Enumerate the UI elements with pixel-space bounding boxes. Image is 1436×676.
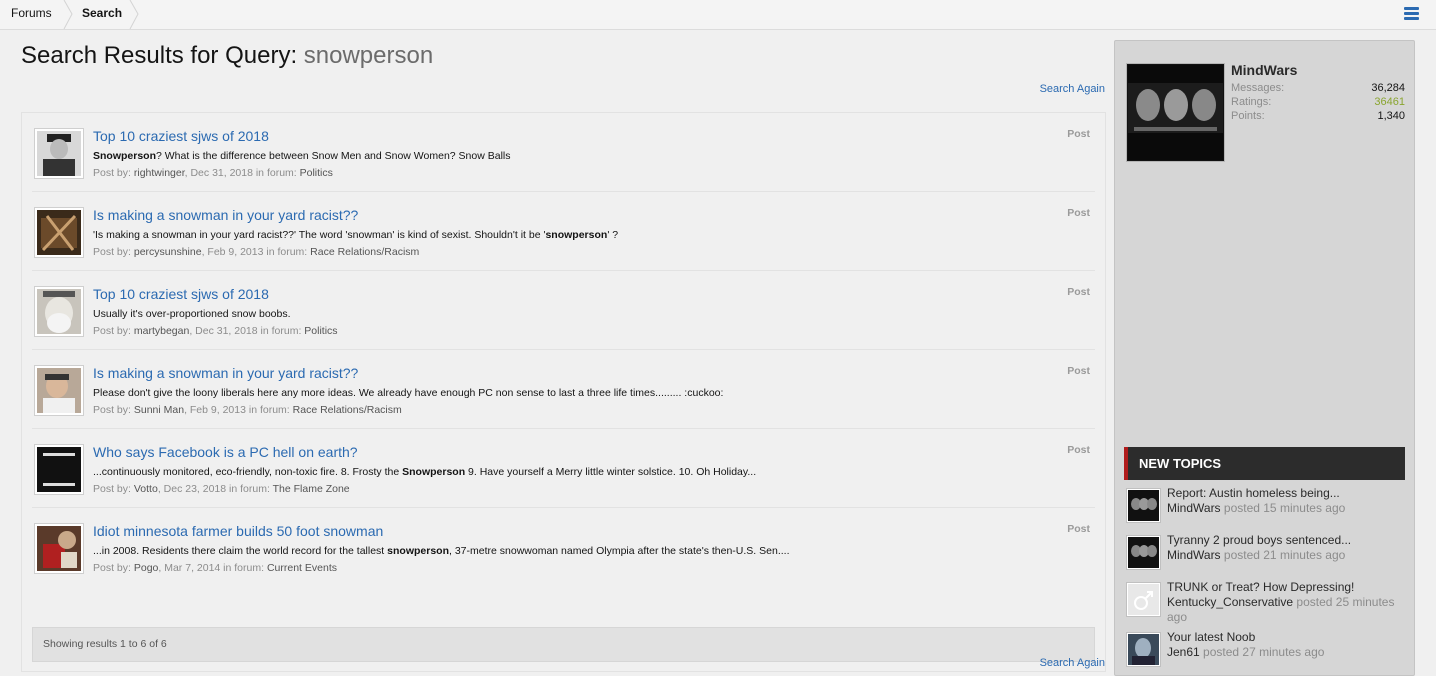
profile-ratings-stat: Ratings: 36461 — [1231, 96, 1405, 108]
results-pager: Showing results 1 to 6 of 6 — [32, 627, 1095, 662]
profile-points-stat: Points: 1,340 — [1231, 110, 1405, 122]
result-snippet: ...in 2008. Residents there claim the wo… — [93, 545, 790, 557]
result-meta: Post by: Votto, Dec 23, 2018 in forum: T… — [93, 483, 350, 495]
topic-user-link[interactable]: Kentucky_Conservative — [1167, 595, 1293, 609]
result-title-link[interactable]: Idiot minnesota farmer builds 50 foot sn… — [93, 523, 383, 539]
breadcrumb-separator — [128, 0, 140, 29]
search-result-item: Who says Facebook is a PC hell on earth?… — [32, 429, 1095, 508]
result-meta: Post by: rightwinger, Dec 31, 2018 in fo… — [93, 167, 333, 179]
breadcrumb-separator — [62, 0, 74, 29]
result-author-link[interactable]: percysunshine — [134, 246, 202, 258]
result-forum-link[interactable]: Current Events — [267, 562, 337, 574]
page-title-prefix: Search Results for Query: — [21, 42, 298, 69]
results-count-text: Showing results 1 to 6 of 6 — [43, 638, 167, 650]
result-snippet: 'Is making a snowman in your yard racist… — [93, 229, 619, 241]
result-forum-link[interactable]: Race Relations/Racism — [293, 404, 402, 416]
hamburger-menu-icon[interactable] — [1404, 7, 1419, 20]
result-type-label: Post — [1067, 207, 1090, 219]
result-meta: Post by: percysunshine, Feb 9, 2013 in f… — [93, 246, 420, 258]
result-snippet: Please don't give the loony liberals her… — [93, 387, 724, 399]
result-author-link[interactable]: rightwinger — [134, 167, 185, 179]
topic-meta: Jen61 posted 27 minutes ago — [1167, 645, 1325, 659]
result-type-label: Post — [1067, 523, 1090, 535]
new-topics-header: NEW TOPICS — [1124, 447, 1405, 480]
page-title: Search Results for Query: snowperson — [21, 42, 433, 70]
breadcrumb: Forums Search — [0, 0, 1436, 30]
result-title-link[interactable]: Top 10 craziest sjws of 2018 — [93, 286, 269, 302]
breadcrumb-current-search[interactable]: Search — [82, 0, 122, 29]
result-meta: Post by: martybegan, Dec 31, 2018 in for… — [93, 325, 338, 337]
search-results-list: Top 10 craziest sjws of 2018 Snowperson?… — [21, 112, 1106, 672]
topic-user-link[interactable]: MindWars — [1167, 501, 1221, 515]
result-author-link[interactable]: Sunni Man — [134, 404, 184, 416]
profile-avatar[interactable] — [1126, 63, 1225, 162]
page-title-query: snowperson — [303, 42, 434, 69]
topic-title-link[interactable]: Tyranny 2 proud boys sentenced... — [1167, 533, 1351, 547]
result-title-link[interactable]: Who says Facebook is a PC hell on earth? — [93, 444, 358, 460]
search-again-link-bottom[interactable]: Search Again — [1040, 657, 1105, 669]
topic-title-link[interactable]: Your latest Noob — [1167, 630, 1255, 644]
user-avatar[interactable] — [34, 365, 84, 416]
topic-user-avatar[interactable] — [1126, 535, 1161, 570]
topic-meta: MindWars posted 21 minutes ago — [1167, 548, 1346, 562]
sidebar: MindWars Messages: 36,284 Ratings: 36461 P… — [1114, 40, 1415, 676]
result-meta: Post by: Sunni Man, Feb 9, 2013 in forum… — [93, 404, 402, 416]
breadcrumb-forums-link[interactable]: Forums — [11, 0, 52, 29]
result-title-link[interactable]: Top 10 craziest sjws of 2018 — [93, 128, 269, 144]
search-result-item: Is making a snowman in your yard racist?… — [32, 350, 1095, 429]
topic-user-link[interactable]: MindWars — [1167, 548, 1221, 562]
topic-meta: Kentucky_Conservative posted 25 minutes … — [1167, 595, 1395, 624]
result-author-link[interactable]: Pogo — [134, 562, 159, 574]
topic-user-avatar[interactable] — [1126, 488, 1161, 523]
user-avatar[interactable] — [34, 207, 84, 258]
result-meta: Post by: Pogo, Mar 7, 2014 in forum: Cur… — [93, 562, 337, 574]
result-forum-link[interactable]: The Flame Zone — [273, 483, 350, 495]
search-result-item: Is making a snowman in your yard racist?… — [32, 192, 1095, 271]
result-forum-link[interactable]: Politics — [304, 325, 337, 337]
search-again-link[interactable]: Search Again — [1040, 83, 1105, 95]
user-avatar[interactable] — [34, 523, 84, 574]
result-snippet: ...continuously monitored, eco-friendly,… — [93, 466, 757, 478]
result-forum-link[interactable]: Race Relations/Racism — [310, 246, 419, 258]
search-result-item: Top 10 craziest sjws of 2018 Snowperson?… — [32, 113, 1095, 192]
topic-user-link[interactable]: Jen61 — [1167, 645, 1200, 659]
user-avatar[interactable] — [34, 286, 84, 337]
topic-user-avatar[interactable] — [1126, 632, 1161, 667]
profile-messages-stat: Messages: 36,284 — [1231, 82, 1405, 94]
search-result-item: Top 10 craziest sjws of 2018 Usually it'… — [32, 271, 1095, 350]
result-title-link[interactable]: Is making a snowman in your yard racist?… — [93, 365, 358, 381]
result-forum-link[interactable]: Politics — [300, 167, 333, 179]
result-type-label: Post — [1067, 444, 1090, 456]
user-avatar[interactable] — [34, 128, 84, 179]
result-snippet: Snowperson? What is the difference betwe… — [93, 150, 511, 162]
profile-username[interactable]: MindWars — [1231, 62, 1297, 78]
user-avatar[interactable] — [34, 444, 84, 495]
topic-title-link[interactable]: Report: Austin homeless being... — [1167, 486, 1340, 500]
result-author-link[interactable]: martybegan — [134, 325, 189, 337]
topic-title-link[interactable]: TRUNK or Treat? How Depressing! — [1167, 580, 1354, 594]
result-type-label: Post — [1067, 365, 1090, 377]
topic-user-avatar[interactable] — [1126, 582, 1161, 617]
search-result-item: Idiot minnesota farmer builds 50 foot sn… — [32, 508, 1095, 587]
result-title-link[interactable]: Is making a snowman in your yard racist?… — [93, 207, 358, 223]
result-type-label: Post — [1067, 128, 1090, 140]
result-author-link[interactable]: Votto — [134, 483, 158, 495]
topic-meta: MindWars posted 15 minutes ago — [1167, 501, 1346, 515]
result-type-label: Post — [1067, 286, 1090, 298]
main-content: Search Results for Query: snowperson Sea… — [0, 30, 1115, 676]
result-snippet: Usually it's over-proportioned snow boob… — [93, 308, 291, 320]
